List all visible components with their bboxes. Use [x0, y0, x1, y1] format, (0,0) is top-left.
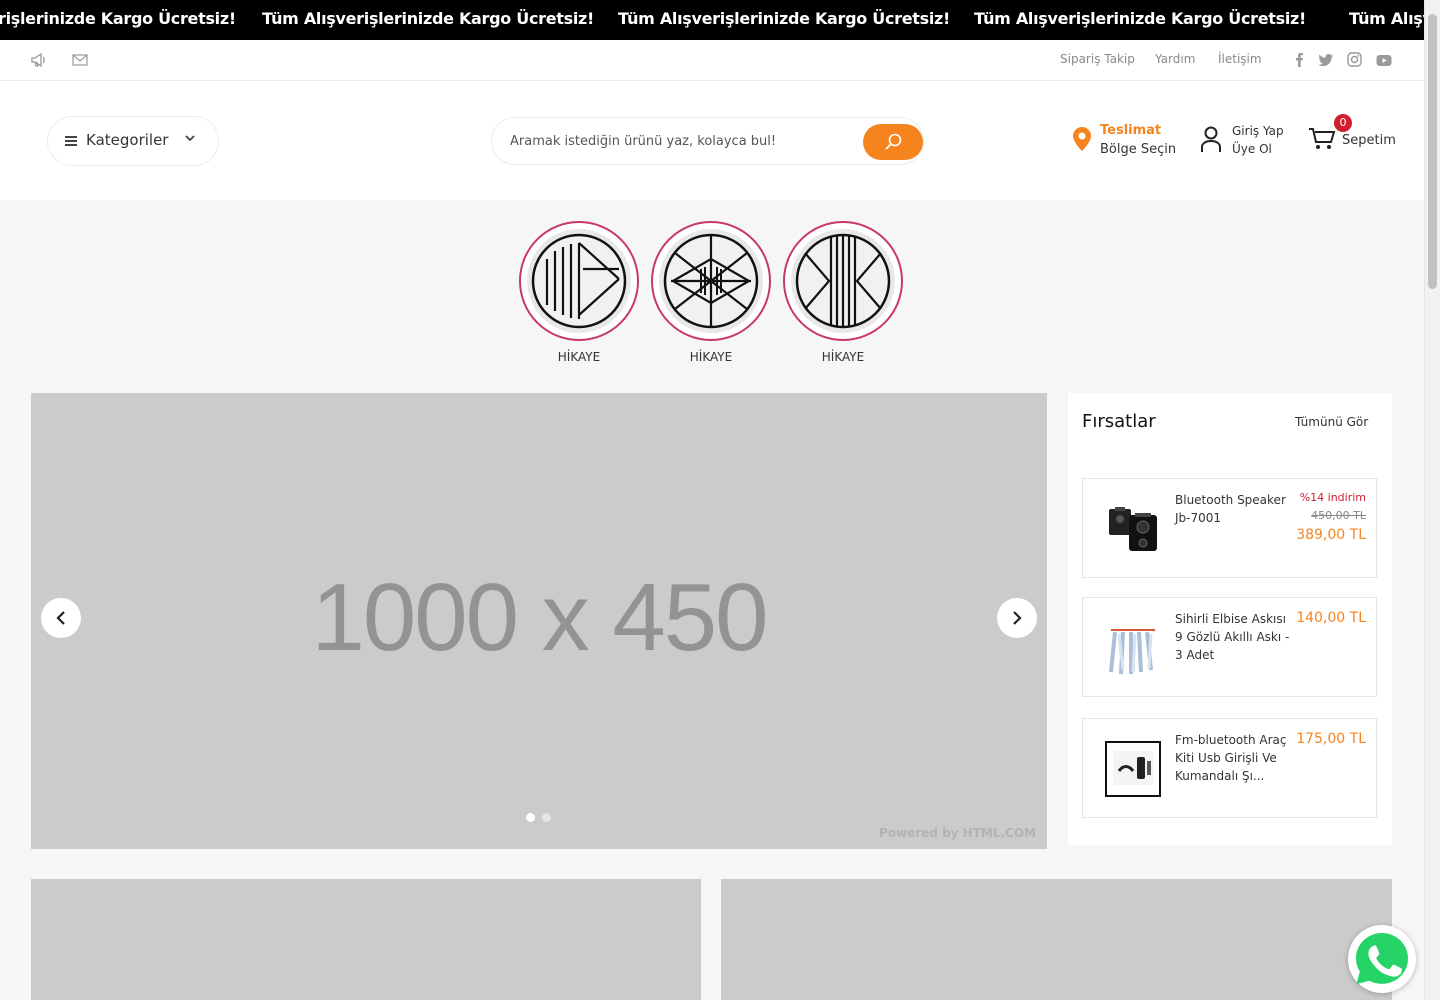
search-icon: [885, 133, 902, 150]
story-label: HİKAYE: [689, 350, 733, 364]
slider-prev-button[interactable]: [41, 598, 81, 638]
deal-old-price: 450,00 TL: [1311, 509, 1366, 522]
deal-price: 140,00 TL: [1296, 610, 1366, 626]
chevron-left-icon: [56, 611, 65, 625]
twitter-icon[interactable]: [1318, 52, 1336, 68]
cart-icon[interactable]: [1308, 127, 1336, 151]
cart-count-badge: 0: [1334, 114, 1352, 132]
promo-banner-right[interactable]: [721, 879, 1392, 1000]
deal-item[interactable]: Fm-bluetooth Araç Kiti Usb Girişli Ve Ku…: [1082, 718, 1377, 818]
facebook-icon[interactable]: [1294, 52, 1312, 68]
story-label: HİKAYE: [557, 350, 601, 364]
help-link[interactable]: Yardım: [1155, 52, 1195, 66]
contact-link[interactable]: İletişim: [1218, 52, 1262, 66]
instagram-icon[interactable]: [1347, 52, 1365, 68]
deal-name[interactable]: Fm-bluetooth Araç Kiti Usb Girişli Ve Ku…: [1175, 731, 1297, 785]
announcement-text: Tüm Alışverişlerinizde Kargo Ücretsiz!: [262, 9, 595, 28]
story-ring: [519, 221, 639, 341]
page-scrollbar[interactable]: [1424, 0, 1440, 1000]
menu-icon: [65, 136, 77, 146]
slider-next-button[interactable]: [997, 598, 1037, 638]
story-image: [659, 229, 763, 333]
slider-placeholder-text: 1000 x 450: [311, 564, 768, 671]
cart-link[interactable]: Sepetim: [1342, 133, 1396, 148]
story-item[interactable]: HİKAYE: [519, 221, 639, 371]
whatsapp-button[interactable]: [1348, 925, 1416, 993]
categories-label: Kategoriler: [86, 131, 169, 149]
login-link[interactable]: Giriş Yap: [1232, 124, 1284, 138]
see-all-link[interactable]: Tümünü Gör: [1295, 415, 1368, 429]
story-item[interactable]: HİKAYE: [783, 221, 903, 371]
slider-dot-active[interactable]: [526, 813, 535, 822]
product-image: [1105, 620, 1161, 676]
slider-dot[interactable]: [542, 813, 551, 822]
deal-price: 175,00 TL: [1296, 731, 1366, 747]
powered-by-text: Powered by HTML.COM: [878, 826, 1036, 840]
whatsapp-icon: [1356, 933, 1408, 984]
announcement-bar: rişlerinizde Kargo Ücretsiz! Tüm Alışver…: [0, 0, 1424, 40]
announcement-text: rişlerinizde Kargo Ücretsiz!: [0, 9, 236, 28]
signup-link[interactable]: Üye Ol: [1232, 142, 1272, 156]
announcement-text: Tüm Alışverişlerinizde Kargo Ücretsiz!: [974, 9, 1307, 28]
deal-discount: %14 indirim: [1299, 491, 1366, 504]
search-bar: [491, 117, 924, 165]
chevron-down-icon: [185, 132, 195, 145]
youtube-icon[interactable]: [1376, 52, 1394, 68]
mail-icon[interactable]: [72, 52, 90, 68]
announcement-text: Tüm Alışverişlerinizde Kargo Ücretsiz!: [618, 9, 951, 28]
story-item[interactable]: HİKAYE: [651, 221, 771, 371]
story-ring: [783, 221, 903, 341]
promo-banner-left[interactable]: [31, 879, 701, 1000]
story-ring: [651, 221, 771, 341]
product-image: [1109, 507, 1157, 551]
hero-slider[interactable]: 1000 x 450 Powered by HTML.COM: [31, 393, 1047, 849]
site-header: Kategoriler Teslimat Bölge Seçin Giriş Y…: [0, 81, 1424, 200]
story-image: [791, 229, 895, 333]
user-icon[interactable]: [1200, 125, 1222, 153]
deals-title: Fırsatlar: [1082, 411, 1156, 432]
deal-item[interactable]: Bluetooth Speaker Jb-7001 %14 indirim 45…: [1082, 478, 1377, 578]
order-tracking-link[interactable]: Sipariş Takip: [1060, 52, 1135, 66]
categories-button[interactable]: Kategoriler: [47, 116, 219, 166]
deal-item[interactable]: Sihirli Elbise Askısı 9 Gözlü Akıllı Ask…: [1082, 597, 1377, 697]
deals-panel: Fırsatlar Tümünü Gör Bluetooth Speaker J…: [1068, 393, 1392, 845]
location-pin-icon[interactable]: [1072, 126, 1092, 152]
scrollbar-thumb[interactable]: [1428, 14, 1437, 289]
chevron-right-icon: [1013, 611, 1022, 625]
megaphone-icon[interactable]: [30, 52, 48, 68]
story-image: [527, 229, 631, 333]
story-label: HİKAYE: [821, 350, 865, 364]
delivery-title[interactable]: Teslimat: [1100, 123, 1161, 138]
delivery-region-select[interactable]: Bölge Seçin: [1100, 142, 1176, 157]
deal-name[interactable]: Sihirli Elbise Askısı 9 Gözlü Akıllı Ask…: [1175, 610, 1297, 664]
utility-bar: Sipariş Takip Yardım İletişim: [0, 40, 1424, 81]
product-image: [1105, 741, 1161, 797]
search-button[interactable]: [863, 124, 923, 160]
announcement-text: Tüm Alışv: [1349, 9, 1424, 28]
deal-name[interactable]: Bluetooth Speaker Jb-7001: [1175, 491, 1297, 527]
deal-price: 389,00 TL: [1296, 527, 1366, 543]
search-input[interactable]: [510, 130, 840, 152]
